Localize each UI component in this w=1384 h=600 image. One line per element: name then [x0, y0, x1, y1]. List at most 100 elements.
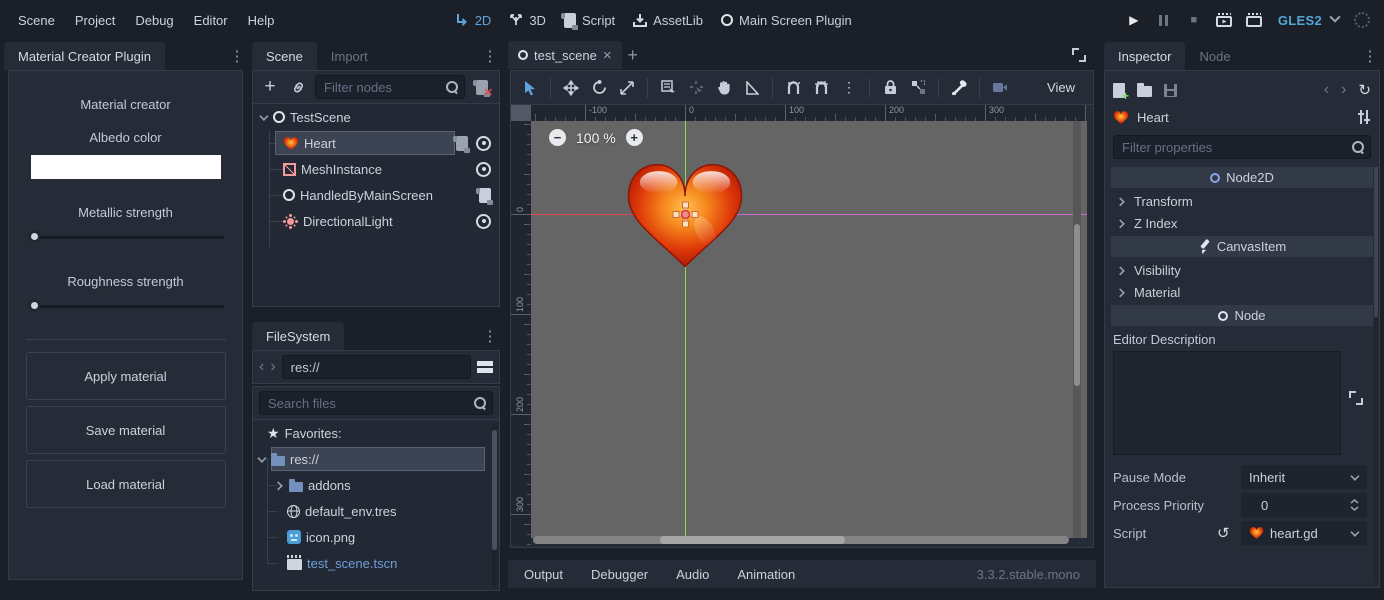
tree-row-test-scene-tscn[interactable]: test_scene.tscn: [253, 550, 499, 576]
skeleton-bone-button[interactable]: [946, 76, 972, 100]
move-pivot-button[interactable]: [683, 76, 709, 100]
scale-mode-button[interactable]: [614, 76, 640, 100]
pause-button[interactable]: [1149, 7, 1179, 33]
renderer-dropdown[interactable]: GLES2: [1269, 9, 1348, 32]
scrollbar[interactable]: [492, 424, 497, 586]
bottom-tab-audio[interactable]: Audio: [676, 567, 709, 582]
close-icon[interactable]: ×: [603, 47, 612, 64]
menu-scene[interactable]: Scene: [8, 9, 65, 32]
menu-debug[interactable]: Debug: [125, 9, 183, 32]
group-material[interactable]: Material: [1113, 281, 1371, 303]
collapse-icon[interactable]: [260, 113, 267, 120]
zoom-in-button[interactable]: +: [626, 129, 643, 146]
split-mode-icon[interactable]: [477, 361, 493, 373]
tab-node[interactable]: Node: [1185, 42, 1244, 70]
nav-forward-button[interactable]: ›: [270, 358, 275, 376]
vertical-scrollbar[interactable]: [1073, 121, 1081, 538]
category-canvasitem[interactable]: CanvasItem: [1111, 236, 1373, 257]
category-node2d[interactable]: Node2D: [1111, 167, 1373, 188]
tree-row-heart[interactable]: Heart: [253, 130, 499, 156]
tab-inspector[interactable]: Inspector: [1104, 42, 1185, 70]
group-z-index[interactable]: Z Index: [1113, 212, 1371, 234]
script-icon[interactable]: [456, 136, 468, 151]
revert-icon[interactable]: ↺: [1217, 524, 1230, 542]
ruler-mode-button[interactable]: [739, 76, 765, 100]
zoom-level-label[interactable]: 100 %: [576, 130, 616, 146]
slider-handle[interactable]: [28, 230, 41, 243]
load-resource-icon[interactable]: [1137, 86, 1152, 97]
bottom-tab-debugger[interactable]: Debugger: [591, 567, 648, 582]
tree-row-directionallight[interactable]: DirectionalLight: [253, 208, 499, 234]
tree-row-addons[interactable]: addons: [253, 472, 499, 498]
save-resource-icon[interactable]: [1164, 84, 1177, 97]
view-menu-button[interactable]: View: [1035, 80, 1087, 95]
save-material-button[interactable]: Save material: [26, 406, 226, 454]
pan-mode-button[interactable]: [711, 76, 737, 100]
select-mode-button[interactable]: [517, 76, 543, 100]
visibility-icon[interactable]: [476, 162, 491, 177]
menu-project[interactable]: Project: [65, 9, 125, 32]
new-resource-icon[interactable]: [1113, 83, 1125, 98]
load-material-button[interactable]: Load material: [26, 460, 226, 508]
apply-material-button[interactable]: Apply material: [26, 352, 226, 400]
play-custom-scene-button[interactable]: [1239, 7, 1269, 33]
slider-handle[interactable]: [28, 299, 41, 312]
expand-description-icon[interactable]: [1349, 391, 1363, 405]
history-icon[interactable]: ↻: [1358, 81, 1371, 99]
dock-menu-icon[interactable]: ⋮: [227, 47, 247, 65]
object-tools-icon[interactable]: [1357, 110, 1371, 124]
process-priority-spinbox[interactable]: 0: [1241, 493, 1367, 517]
roughness-strength-slider[interactable]: [28, 299, 224, 313]
tab-import[interactable]: Import: [317, 42, 382, 70]
history-back-icon[interactable]: ‹: [1324, 81, 1329, 99]
search-files-input[interactable]: [259, 391, 493, 415]
menu-help[interactable]: Help: [238, 9, 285, 32]
bottom-tab-output[interactable]: Output: [524, 567, 563, 582]
group-visibility[interactable]: Visibility: [1113, 259, 1371, 281]
script-dropdown[interactable]: heart.gd: [1241, 521, 1367, 545]
dock-menu-icon[interactable]: ⋮: [480, 47, 500, 65]
lock-object-button[interactable]: [877, 76, 903, 100]
spinner-arrows-icon[interactable]: [1350, 499, 1359, 511]
2d-canvas[interactable]: − 100 % +: [531, 121, 1087, 538]
nav-back-button[interactable]: ‹: [259, 358, 264, 376]
list-select-button[interactable]: [655, 76, 681, 100]
smart-snap-button[interactable]: [780, 76, 806, 100]
add-node-button[interactable]: +: [259, 76, 281, 98]
zoom-out-button[interactable]: −: [549, 129, 566, 146]
bottom-tab-animation[interactable]: Animation: [737, 567, 795, 582]
scene-tab-test-scene[interactable]: test_scene ×: [508, 41, 622, 69]
play-scene-button[interactable]: [1209, 7, 1239, 33]
tree-row-testscene[interactable]: TestScene: [253, 104, 499, 130]
workspace-script-button[interactable]: Script: [555, 9, 624, 32]
albedo-color-swatch[interactable]: [31, 155, 221, 179]
workspace-main-screen-plugin-button[interactable]: Main Screen Plugin: [712, 9, 861, 32]
clear-script-button[interactable]: ✕: [471, 76, 493, 98]
history-forward-icon[interactable]: ›: [1341, 81, 1346, 99]
snap-options-menu[interactable]: ⋮: [836, 76, 862, 100]
tab-filesystem[interactable]: FileSystem: [252, 322, 344, 350]
tab-material-creator-plugin[interactable]: Material Creator Plugin: [4, 42, 165, 70]
metallic-strength-slider[interactable]: [28, 230, 224, 244]
editor-description-textarea[interactable]: [1113, 351, 1341, 455]
tree-row-favorites[interactable]: ★ Favorites:: [253, 420, 499, 446]
tree-row-default-env[interactable]: default_env.tres: [253, 498, 499, 524]
distraction-free-icon[interactable]: [1072, 48, 1086, 62]
grid-snap-button[interactable]: [808, 76, 834, 100]
tree-row-handledbymainscreen[interactable]: HandledByMainScreen: [253, 182, 499, 208]
horizontal-scrollbar[interactable]: [533, 536, 1069, 544]
category-node[interactable]: Node: [1111, 305, 1373, 326]
rotate-mode-button[interactable]: [586, 76, 612, 100]
stop-button[interactable]: ■: [1179, 7, 1209, 33]
workspace-2d-button[interactable]: 2D: [446, 9, 501, 32]
visibility-icon[interactable]: [476, 214, 491, 229]
workspace-assetlib-button[interactable]: AssetLib: [624, 9, 712, 32]
filter-nodes-input[interactable]: [315, 75, 465, 99]
tab-scene[interactable]: Scene: [252, 42, 317, 70]
camera-override-button[interactable]: [987, 76, 1013, 100]
group-object-button[interactable]: [905, 76, 931, 100]
collapse-icon[interactable]: [258, 455, 265, 462]
filter-properties-input[interactable]: [1113, 135, 1371, 159]
tree-row-res[interactable]: res://: [253, 446, 499, 472]
scrollbar[interactable]: [1374, 167, 1378, 583]
